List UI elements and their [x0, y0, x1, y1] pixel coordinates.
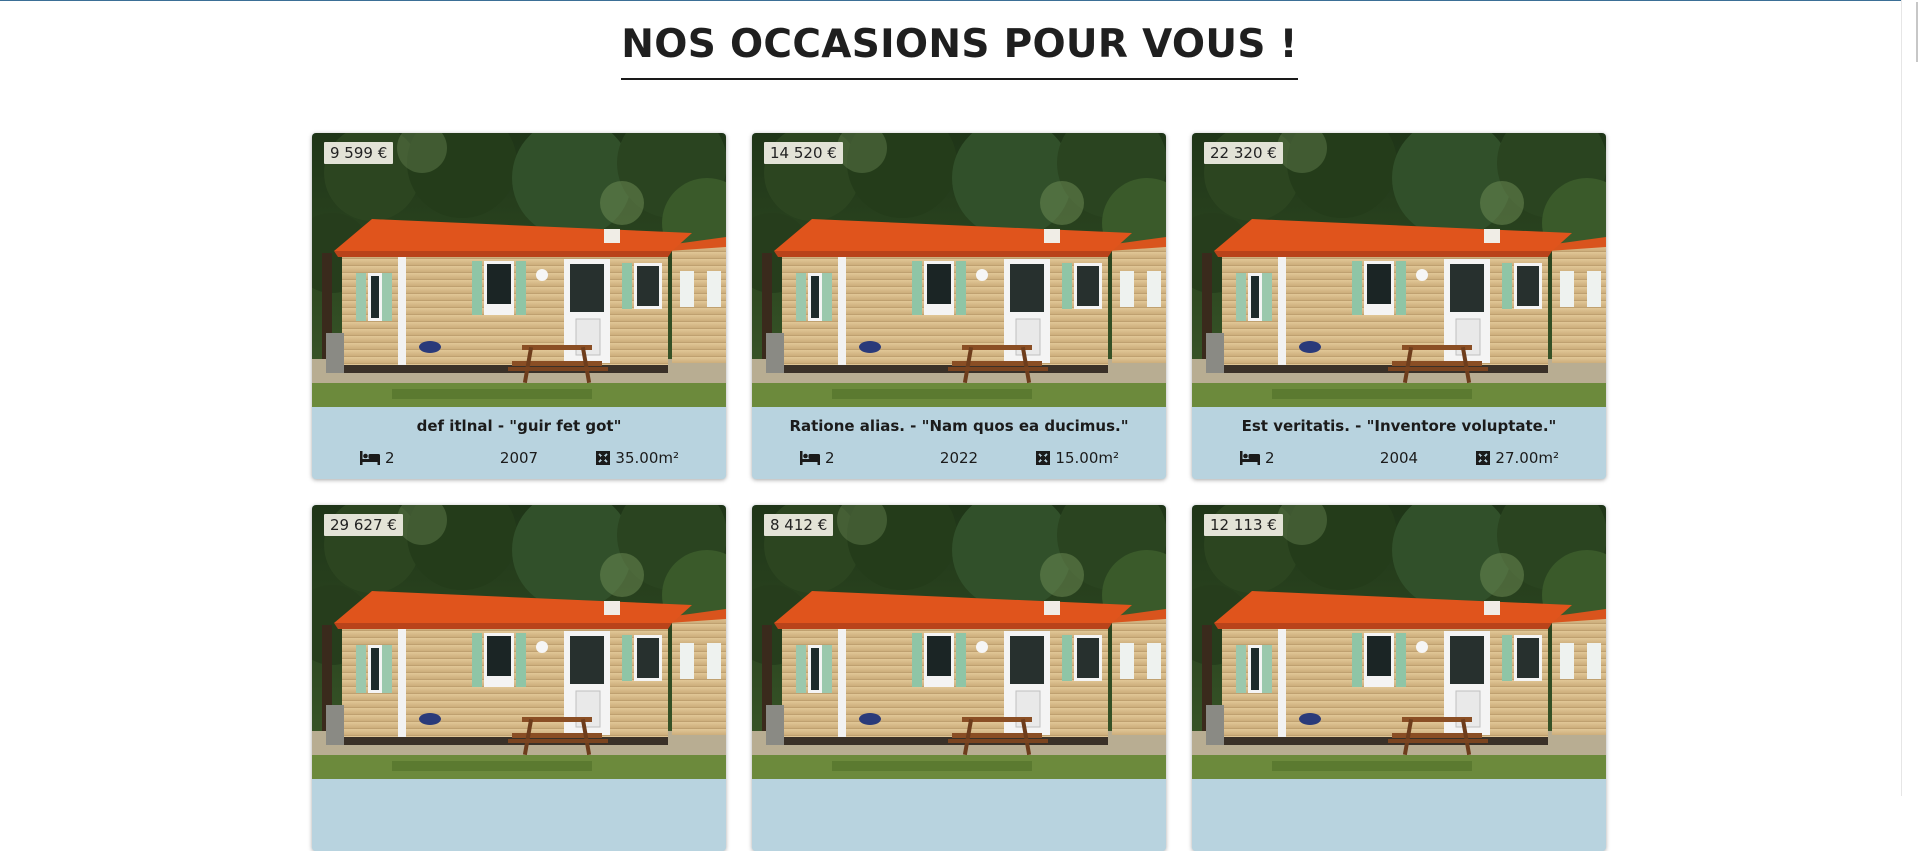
- listing-card[interactable]: 8 412 €: [752, 505, 1166, 851]
- mobile-home-photo: [1192, 133, 1606, 407]
- price-badge: 22 320 €: [1204, 142, 1283, 164]
- listing-card[interactable]: 29 627 €: [312, 505, 726, 851]
- card-info: [1192, 779, 1606, 851]
- area-value: 15.00m²: [1055, 449, 1119, 467]
- area-value: 27.00m²: [1495, 449, 1559, 467]
- card-info: Ratione alias. - "Nam quos ea ducimus." …: [752, 407, 1166, 479]
- card-info: def itlnal - "guir fet got" 2 2007 35.00…: [312, 407, 726, 479]
- scrollbar-thumb[interactable]: [1916, 2, 1918, 62]
- listing-card[interactable]: 12 113 €: [1192, 505, 1606, 851]
- area-info: 35.00m²: [596, 449, 679, 467]
- listing-title[interactable]: def itlnal - "guir fet got": [312, 417, 726, 435]
- listing-title[interactable]: Est veritatis. - "Inventore voluptate.": [1192, 417, 1606, 435]
- area-value: 35.00m²: [615, 449, 679, 467]
- surface-area-icon: [1476, 451, 1491, 465]
- mobile-home-photo: [312, 133, 726, 407]
- area-info: 15.00m²: [1036, 449, 1119, 467]
- listing-card[interactable]: 9 599 € def itlnal - "guir fet got" 2 20…: [312, 133, 726, 479]
- surface-area-icon: [1036, 451, 1051, 465]
- mobile-home-photo: [752, 133, 1166, 407]
- surface-area-icon: [596, 451, 611, 465]
- card-info: [312, 779, 726, 851]
- mobile-home-photo: [752, 505, 1166, 779]
- price-badge: 14 520 €: [764, 142, 843, 164]
- area-info: 27.00m²: [1476, 449, 1559, 467]
- listing-title[interactable]: Ratione alias. - "Nam quos ea ducimus.": [752, 417, 1166, 435]
- listing-card[interactable]: 22 320 € Est veritatis. - "Inventore vol…: [1192, 133, 1606, 479]
- card-info: Est veritatis. - "Inventore voluptate." …: [1192, 407, 1606, 479]
- vertical-scrollbar[interactable]: [1901, 0, 1919, 796]
- page-title: NOS OCCASIONS POUR VOUS !: [621, 22, 1298, 80]
- mobile-home-photo: [312, 505, 726, 779]
- listing-meta: 2 2022 15.00m²: [752, 449, 1166, 469]
- page: NOS OCCASIONS POUR VOUS ! 9 599 € def it…: [0, 0, 1902, 851]
- price-badge: 8 412 €: [764, 514, 834, 536]
- heading-wrap: NOS OCCASIONS POUR VOUS !: [0, 22, 1919, 80]
- listing-meta: 2 2004 27.00m²: [1192, 449, 1606, 469]
- mobile-home-photo: [1192, 505, 1606, 779]
- listings-grid: 9 599 € def itlnal - "guir fet got" 2 20…: [312, 133, 1608, 851]
- listing-card[interactable]: 14 520 € Ratione alias. - "Nam quos ea d…: [752, 133, 1166, 479]
- listing-meta: 2 2007 35.00m²: [312, 449, 726, 469]
- price-badge: 29 627 €: [324, 514, 403, 536]
- card-info: [752, 779, 1166, 851]
- price-badge: 9 599 €: [324, 142, 394, 164]
- price-badge: 12 113 €: [1204, 514, 1283, 536]
